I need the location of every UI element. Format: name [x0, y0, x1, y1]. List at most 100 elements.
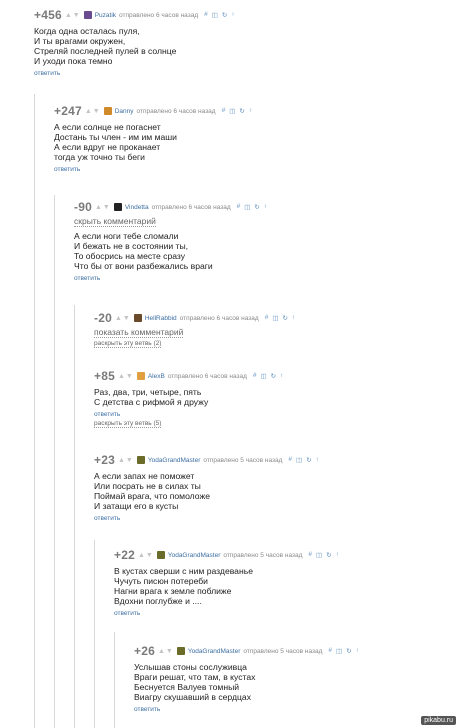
author-link[interactable]: YodaGrandMaster [188, 648, 241, 655]
reply-link[interactable]: ответить [114, 610, 339, 617]
comment-rating: -20 [94, 311, 112, 325]
comment-text: А если ноги тебе сломали И бежать не в с… [74, 231, 213, 271]
upvote-icon[interactable]: ▲ [115, 315, 122, 322]
hide-comment-toggle[interactable]: скрыть комментарий [74, 216, 156, 227]
save-icon[interactable]: ◫ [316, 551, 322, 559]
expand-branch-link[interactable]: раскрыть эту ветвь (2) [94, 340, 162, 348]
upvote-icon[interactable]: ▲ [158, 648, 165, 655]
upvote-icon[interactable]: ▲ [85, 108, 92, 115]
expand-branch-link[interactable]: раскрыть эту ветвь (5) [94, 420, 162, 428]
upvote-icon[interactable]: ▲ [65, 12, 72, 19]
comment-rating: +22 [114, 548, 135, 562]
refresh-icon[interactable]: ↻ [239, 107, 244, 115]
avatar[interactable] [113, 203, 122, 211]
permalink-icon[interactable]: # [204, 11, 208, 19]
comment-text: А если запах не поможет Или посрать не в… [94, 471, 210, 511]
upvote-icon[interactable]: ▲ [95, 204, 102, 211]
comment-rating: +23 [94, 453, 115, 467]
downvote-icon[interactable]: ▼ [166, 648, 173, 655]
author-link[interactable]: YodaGrandMaster [168, 552, 221, 559]
comment-text: А если солнце не погаснет Достань ты чле… [54, 122, 177, 162]
upvote-icon[interactable]: ▲ [138, 552, 145, 559]
permalink-icon[interactable]: # [237, 203, 241, 211]
author-link[interactable]: Vindetta [125, 204, 149, 211]
reply-link[interactable]: ответить [34, 70, 235, 77]
comment-timestamp: отправлено 6 часов назад [151, 203, 231, 211]
avatar[interactable] [156, 551, 165, 559]
parent-icon[interactable]: ↑ [280, 372, 283, 380]
parent-icon[interactable]: ↑ [249, 107, 252, 115]
parent-icon[interactable]: ↑ [231, 11, 234, 19]
permalink-icon[interactable]: # [328, 647, 332, 655]
comment: +456 ▲ ▼ Puzatik отправлено 6 часов наза… [34, 8, 235, 77]
author-link[interactable]: Puzatik [95, 12, 116, 19]
parent-icon[interactable]: ↑ [336, 551, 339, 559]
downvote-icon[interactable]: ▼ [93, 108, 100, 115]
parent-icon[interactable]: ↑ [264, 203, 267, 211]
downvote-icon[interactable]: ▼ [146, 552, 153, 559]
reply-link[interactable]: ответить [94, 515, 319, 522]
thread-line [114, 632, 115, 728]
reply-link[interactable]: ответить [94, 411, 283, 418]
permalink-icon[interactable]: # [308, 551, 312, 559]
parent-icon[interactable]: ↑ [316, 456, 319, 464]
reply-link[interactable]: ответить [134, 706, 359, 713]
comment-timestamp: отправлено 6 часов назад [179, 314, 259, 322]
show-comment-toggle[interactable]: показать комментарий [94, 327, 184, 338]
refresh-icon[interactable]: ↻ [306, 456, 311, 464]
reply-link[interactable]: ответить [74, 275, 267, 282]
save-icon[interactable]: ◫ [272, 314, 278, 322]
save-icon[interactable]: ◫ [296, 456, 302, 464]
save-icon[interactable]: ◫ [244, 203, 250, 211]
permalink-icon[interactable]: # [222, 107, 226, 115]
thread-line [34, 94, 35, 728]
permalink-icon[interactable]: # [288, 456, 292, 464]
thread-line [94, 540, 95, 728]
refresh-icon[interactable]: ↻ [282, 314, 287, 322]
refresh-icon[interactable]: ↻ [346, 647, 351, 655]
avatar[interactable] [176, 647, 185, 655]
avatar[interactable] [103, 107, 112, 115]
parent-icon[interactable]: ↑ [356, 647, 359, 655]
save-icon[interactable]: ◫ [212, 11, 218, 19]
downvote-icon[interactable]: ▼ [126, 457, 133, 464]
downvote-icon[interactable]: ▼ [123, 315, 130, 322]
comment-rating: +247 [54, 104, 82, 118]
author-link[interactable]: YodaGrandMaster [148, 457, 201, 464]
comment: +26 ▲ ▼ YodaGrandMaster отправлено 5 час… [134, 644, 359, 713]
refresh-icon[interactable]: ↻ [222, 11, 227, 19]
comment-timestamp: отправлено 5 часов назад [243, 647, 323, 655]
comment-timestamp: отправлено 6 часов назад [167, 372, 247, 380]
avatar[interactable] [136, 372, 145, 380]
avatar[interactable] [136, 456, 145, 464]
avatar[interactable] [83, 11, 92, 19]
comment-text: Услышав стоны сослуживца Враги решат, чт… [134, 662, 256, 702]
upvote-icon[interactable]: ▲ [118, 373, 125, 380]
author-link[interactable]: Danny [115, 108, 134, 115]
permalink-icon[interactable]: # [253, 372, 257, 380]
reply-link[interactable]: ответить [54, 166, 252, 173]
comment-text: В кустах сверши с ним раздеванье Чучуть … [114, 566, 253, 606]
author-link[interactable]: HellRabbid [145, 315, 177, 322]
comment-timestamp: отправлено 5 часов назад [223, 551, 303, 559]
refresh-icon[interactable]: ↻ [271, 372, 276, 380]
refresh-icon[interactable]: ↻ [326, 551, 331, 559]
thread-line [74, 305, 75, 728]
comment-rating: +26 [134, 644, 155, 658]
permalink-icon[interactable]: # [265, 314, 269, 322]
parent-icon[interactable]: ↑ [292, 314, 295, 322]
comment-rating: +85 [94, 369, 115, 383]
downvote-icon[interactable]: ▼ [73, 12, 80, 19]
watermark: pikabu.ru [421, 716, 456, 725]
author-link[interactable]: AlexB [148, 373, 165, 380]
save-icon[interactable]: ◫ [261, 372, 267, 380]
comment-timestamp: отправлено 5 часов назад [203, 456, 283, 464]
save-icon[interactable]: ◫ [229, 107, 235, 115]
upvote-icon[interactable]: ▲ [118, 457, 125, 464]
refresh-icon[interactable]: ↻ [254, 203, 259, 211]
downvote-icon[interactable]: ▼ [126, 373, 133, 380]
downvote-icon[interactable]: ▼ [103, 204, 110, 211]
save-icon[interactable]: ◫ [336, 647, 342, 655]
avatar[interactable] [133, 314, 142, 322]
comment: +247 ▲ ▼ Danny отправлено 6 часов назад … [54, 104, 252, 173]
